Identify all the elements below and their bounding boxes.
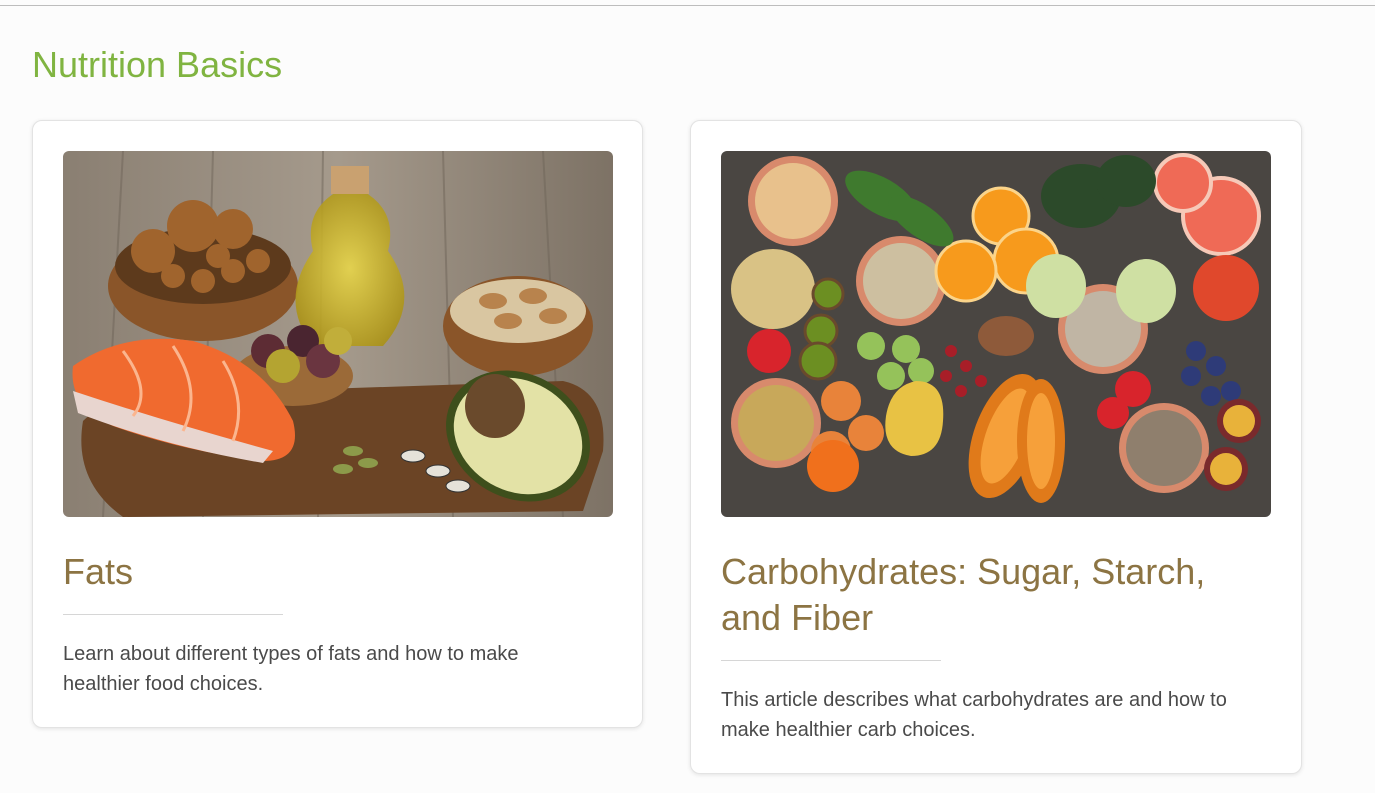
card-description: Learn about different types of fats and …: [63, 643, 519, 695]
card-description: This article describes what carbohydrate…: [721, 689, 1227, 741]
page-title: Nutrition Basics: [32, 44, 283, 85]
card-title[interactable]: Carbohydrates: Sugar, Starch, and Fiber: [721, 549, 1271, 641]
card-title[interactable]: Fats: [63, 549, 613, 595]
carbohydrates-image[interactable]: [721, 151, 1271, 517]
card-divider: [63, 614, 283, 615]
article-card-carbohydrates[interactable]: Carbohydrates: Sugar, Starch, and Fiber …: [690, 120, 1302, 774]
fats-image[interactable]: [63, 151, 613, 517]
card-divider: [721, 660, 941, 661]
article-card-fats[interactable]: Fats Learn about different types of fats…: [32, 120, 643, 728]
top-divider: [0, 5, 1375, 6]
fats-photo: [63, 151, 613, 517]
carbohydrates-photo: [721, 151, 1271, 517]
